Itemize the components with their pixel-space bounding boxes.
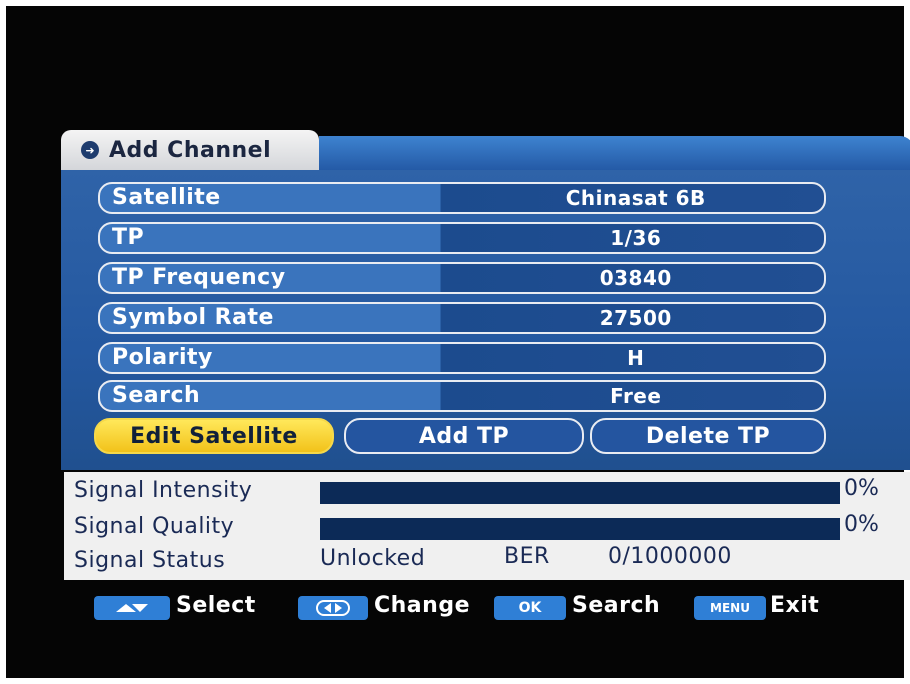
ok-key-icon: OK [494,596,566,620]
up-down-keys-icon [94,596,170,620]
delete-tp-button[interactable]: Delete TP [590,418,826,454]
setting-row-polarity[interactable]: Polarity H [98,342,826,374]
setting-row-tp-frequency[interactable]: TP Frequency 03840 [98,262,826,294]
setting-value: 03840 [599,266,672,290]
setting-label: Search [112,383,201,408]
search-hint: Search [572,593,661,618]
left-right-arrows-glyph [316,600,350,616]
signal-quality-label: Signal Quality [74,514,235,539]
menu-title-tab: ➜ Add Channel [61,130,319,170]
page-title: Add Channel [109,137,272,163]
signal-info-panel: Signal Intensity 0% Signal Quality 0% Si… [64,472,910,580]
setting-row-search[interactable]: Search Free [98,380,826,412]
signal-status-value: Unlocked [320,546,426,571]
add-tp-button[interactable]: Add TP [344,418,584,454]
up-down-arrows-glyph [116,604,148,612]
setting-label: Symbol Rate [112,305,274,330]
setting-value: Chinasat 6B [565,186,706,210]
title-bar-strip [319,136,910,170]
menu-key-icon: MENU [694,596,766,620]
edit-satellite-button[interactable]: Edit Satellite [94,418,334,454]
setting-value: Free [610,384,662,408]
setting-row-satellite[interactable]: Satellite Chinasat 6B [98,182,826,214]
select-hint: Select [176,593,256,618]
setting-label: TP [112,225,145,250]
tv-screen: ➜ Add Channel Satellite Chinasat 6B TP 1… [6,6,910,678]
signal-intensity-label: Signal Intensity [74,478,253,503]
exit-hint: Exit [770,593,820,618]
setting-row-symbol-rate[interactable]: Symbol Rate 27500 [98,302,826,334]
setting-label: Satellite [112,185,221,210]
setting-value: 1/36 [610,226,662,250]
signal-intensity-percent: 0% [844,476,879,501]
ber-value: 0/1000000 [608,544,732,569]
signal-quality-percent: 0% [844,512,879,537]
setting-label: TP Frequency [112,265,286,290]
setting-row-tp[interactable]: TP 1/36 [98,222,826,254]
setting-value: 27500 [599,306,672,330]
signal-status-label: Signal Status [74,548,226,573]
arrow-right-icon: ➜ [81,141,99,159]
signal-intensity-bar [320,482,840,504]
setting-label: Polarity [112,345,213,370]
setting-value: H [627,346,645,370]
left-right-keys-icon [298,596,368,620]
ber-label: BER [504,544,550,569]
signal-quality-bar [320,518,840,540]
change-hint: Change [374,593,470,618]
